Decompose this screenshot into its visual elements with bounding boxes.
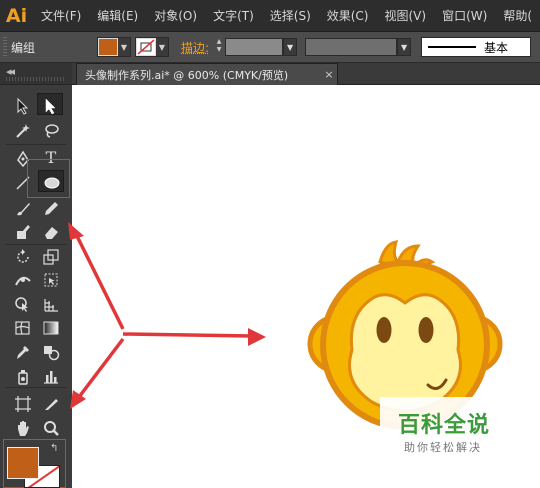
eraser-tool[interactable] bbox=[38, 220, 64, 242]
gradient-icon bbox=[43, 321, 59, 335]
shape-builder-icon bbox=[15, 297, 28, 312]
control-bar: 编组 ▼ ▼ 描边: ▲ ▼ ▼ ▼ 基本 bbox=[0, 32, 540, 63]
blend-icon bbox=[44, 346, 60, 361]
watermark-subtitle: 助你轻松解决 bbox=[404, 441, 482, 454]
blob-brush-tool[interactable] bbox=[10, 220, 36, 242]
rotate-icon bbox=[17, 249, 29, 263]
mesh-tool[interactable] bbox=[10, 316, 36, 338]
pencil-tool[interactable] bbox=[38, 197, 64, 219]
fill-color-control[interactable]: ▼ bbox=[97, 37, 131, 57]
swap-fill-stroke-icon[interactable]: ↰ bbox=[50, 443, 58, 454]
hand-icon bbox=[18, 421, 29, 436]
free-transform-tool[interactable] bbox=[38, 268, 64, 290]
selection-type-label: 编组 bbox=[11, 40, 36, 55]
brush-definition-dropdown[interactable]: 基本 bbox=[421, 37, 532, 57]
selection-arrow-icon bbox=[17, 97, 29, 115]
pencil-icon bbox=[45, 202, 58, 215]
perspective-grid-icon bbox=[44, 299, 58, 312]
scale-icon bbox=[43, 249, 59, 265]
brush-preview-line bbox=[428, 46, 477, 48]
tools-panel: ◂◂ T ↰ bbox=[0, 63, 72, 488]
lasso-tool[interactable] bbox=[38, 119, 64, 141]
chevron-down-icon[interactable]: ▼ bbox=[283, 38, 298, 56]
hand-tool[interactable] bbox=[10, 416, 36, 438]
menu-bar: Ai 文件(F) 编辑(E) 对象(O) 文字(T) 选择(S) 效果(C) 视… bbox=[0, 0, 540, 32]
blend-tool[interactable] bbox=[38, 340, 64, 362]
close-icon[interactable]: × bbox=[321, 68, 337, 81]
column-graph-icon bbox=[44, 371, 58, 384]
lasso-icon bbox=[45, 124, 59, 138]
tool-separator bbox=[6, 144, 66, 145]
chevron-down-icon[interactable]: ▼ bbox=[156, 38, 168, 56]
chevron-down-icon[interactable]: ▼ bbox=[118, 38, 130, 56]
direct-selection-arrow-icon bbox=[45, 98, 56, 115]
stroke-color-control[interactable]: ▼ bbox=[135, 37, 169, 57]
slice-icon bbox=[45, 399, 58, 410]
ellipse-tool-highlight bbox=[27, 159, 70, 198]
free-transform-icon bbox=[44, 273, 58, 287]
stroke-none-swatch[interactable] bbox=[136, 38, 156, 56]
width-tool[interactable] bbox=[10, 268, 36, 290]
control-bar-grip[interactable] bbox=[3, 37, 7, 57]
app-logo: Ai bbox=[5, 4, 28, 27]
magic-wand-tool[interactable] bbox=[10, 119, 36, 141]
eyedropper-tool[interactable] bbox=[10, 340, 36, 362]
mesh-icon bbox=[15, 321, 30, 335]
menu-type[interactable]: 文字(T) bbox=[205, 0, 262, 32]
column-graph-tool[interactable] bbox=[38, 364, 64, 386]
tool-separator bbox=[6, 387, 66, 388]
menu-file[interactable]: 文件(F) bbox=[33, 0, 89, 32]
symbol-sprayer-tool[interactable] bbox=[10, 364, 36, 386]
width-icon bbox=[15, 276, 31, 286]
tools-panel-header[interactable]: ◂◂ bbox=[0, 63, 72, 85]
document-tab-title: 头像制作系列.ai* @ 600% (CMYK/预览) bbox=[85, 68, 289, 82]
fill-color-swatch[interactable] bbox=[98, 38, 118, 56]
gradient-tool[interactable] bbox=[38, 316, 64, 338]
direct-selection-tool[interactable] bbox=[37, 93, 63, 115]
eyedropper-icon bbox=[17, 346, 29, 359]
watermark: 百科全说 助你轻松解决 bbox=[380, 397, 520, 459]
perspective-grid-tool[interactable] bbox=[38, 292, 64, 314]
chevron-down-icon[interactable]: ▼ bbox=[397, 38, 412, 56]
document-tab[interactable]: 头像制作系列.ai* @ 600% (CMYK/预览) × bbox=[76, 63, 338, 85]
artboard-icon bbox=[15, 396, 31, 412]
menu-help[interactable]: 帮助( bbox=[495, 0, 540, 32]
no-stroke-icon bbox=[137, 39, 155, 55]
watermark-title: 百科全说 bbox=[398, 413, 491, 438]
magic-wand-icon bbox=[16, 124, 30, 138]
menu-object[interactable]: 对象(O) bbox=[146, 0, 205, 32]
zoom-icon bbox=[44, 421, 59, 436]
rotate-tool[interactable] bbox=[10, 245, 36, 267]
blob-brush-icon bbox=[17, 225, 30, 239]
scale-tool[interactable] bbox=[38, 245, 64, 267]
paintbrush-icon bbox=[17, 203, 30, 216]
shape-builder-tool[interactable] bbox=[10, 292, 36, 314]
stroke-weight-field[interactable] bbox=[225, 38, 284, 56]
menu-window[interactable]: 窗口(W) bbox=[434, 0, 495, 32]
menu-edit[interactable]: 编辑(E) bbox=[89, 0, 146, 32]
zoom-tool[interactable] bbox=[38, 416, 64, 438]
menu-effect[interactable]: 效果(C) bbox=[319, 0, 377, 32]
menu-view[interactable]: 视图(V) bbox=[377, 0, 435, 32]
brush-label: 基本 bbox=[484, 40, 509, 55]
document-tab-bar: 头像制作系列.ai* @ 600% (CMYK/预览) × bbox=[72, 63, 540, 85]
fill-color-box[interactable] bbox=[7, 447, 39, 479]
paintbrush-tool[interactable] bbox=[10, 197, 36, 219]
stroke-weight-stepper[interactable]: ▲ ▼ bbox=[213, 38, 225, 56]
symbol-sprayer-icon bbox=[18, 370, 28, 385]
menu-select[interactable]: 选择(S) bbox=[262, 0, 319, 32]
variable-width-profile-field[interactable] bbox=[305, 38, 398, 56]
stroke-label[interactable]: 描边: bbox=[181, 39, 209, 56]
eraser-icon bbox=[45, 227, 58, 239]
selection-tool[interactable] bbox=[10, 94, 36, 116]
artboard-tool[interactable] bbox=[10, 392, 36, 414]
slice-tool[interactable] bbox=[38, 392, 64, 414]
panel-grip[interactable] bbox=[6, 77, 66, 81]
